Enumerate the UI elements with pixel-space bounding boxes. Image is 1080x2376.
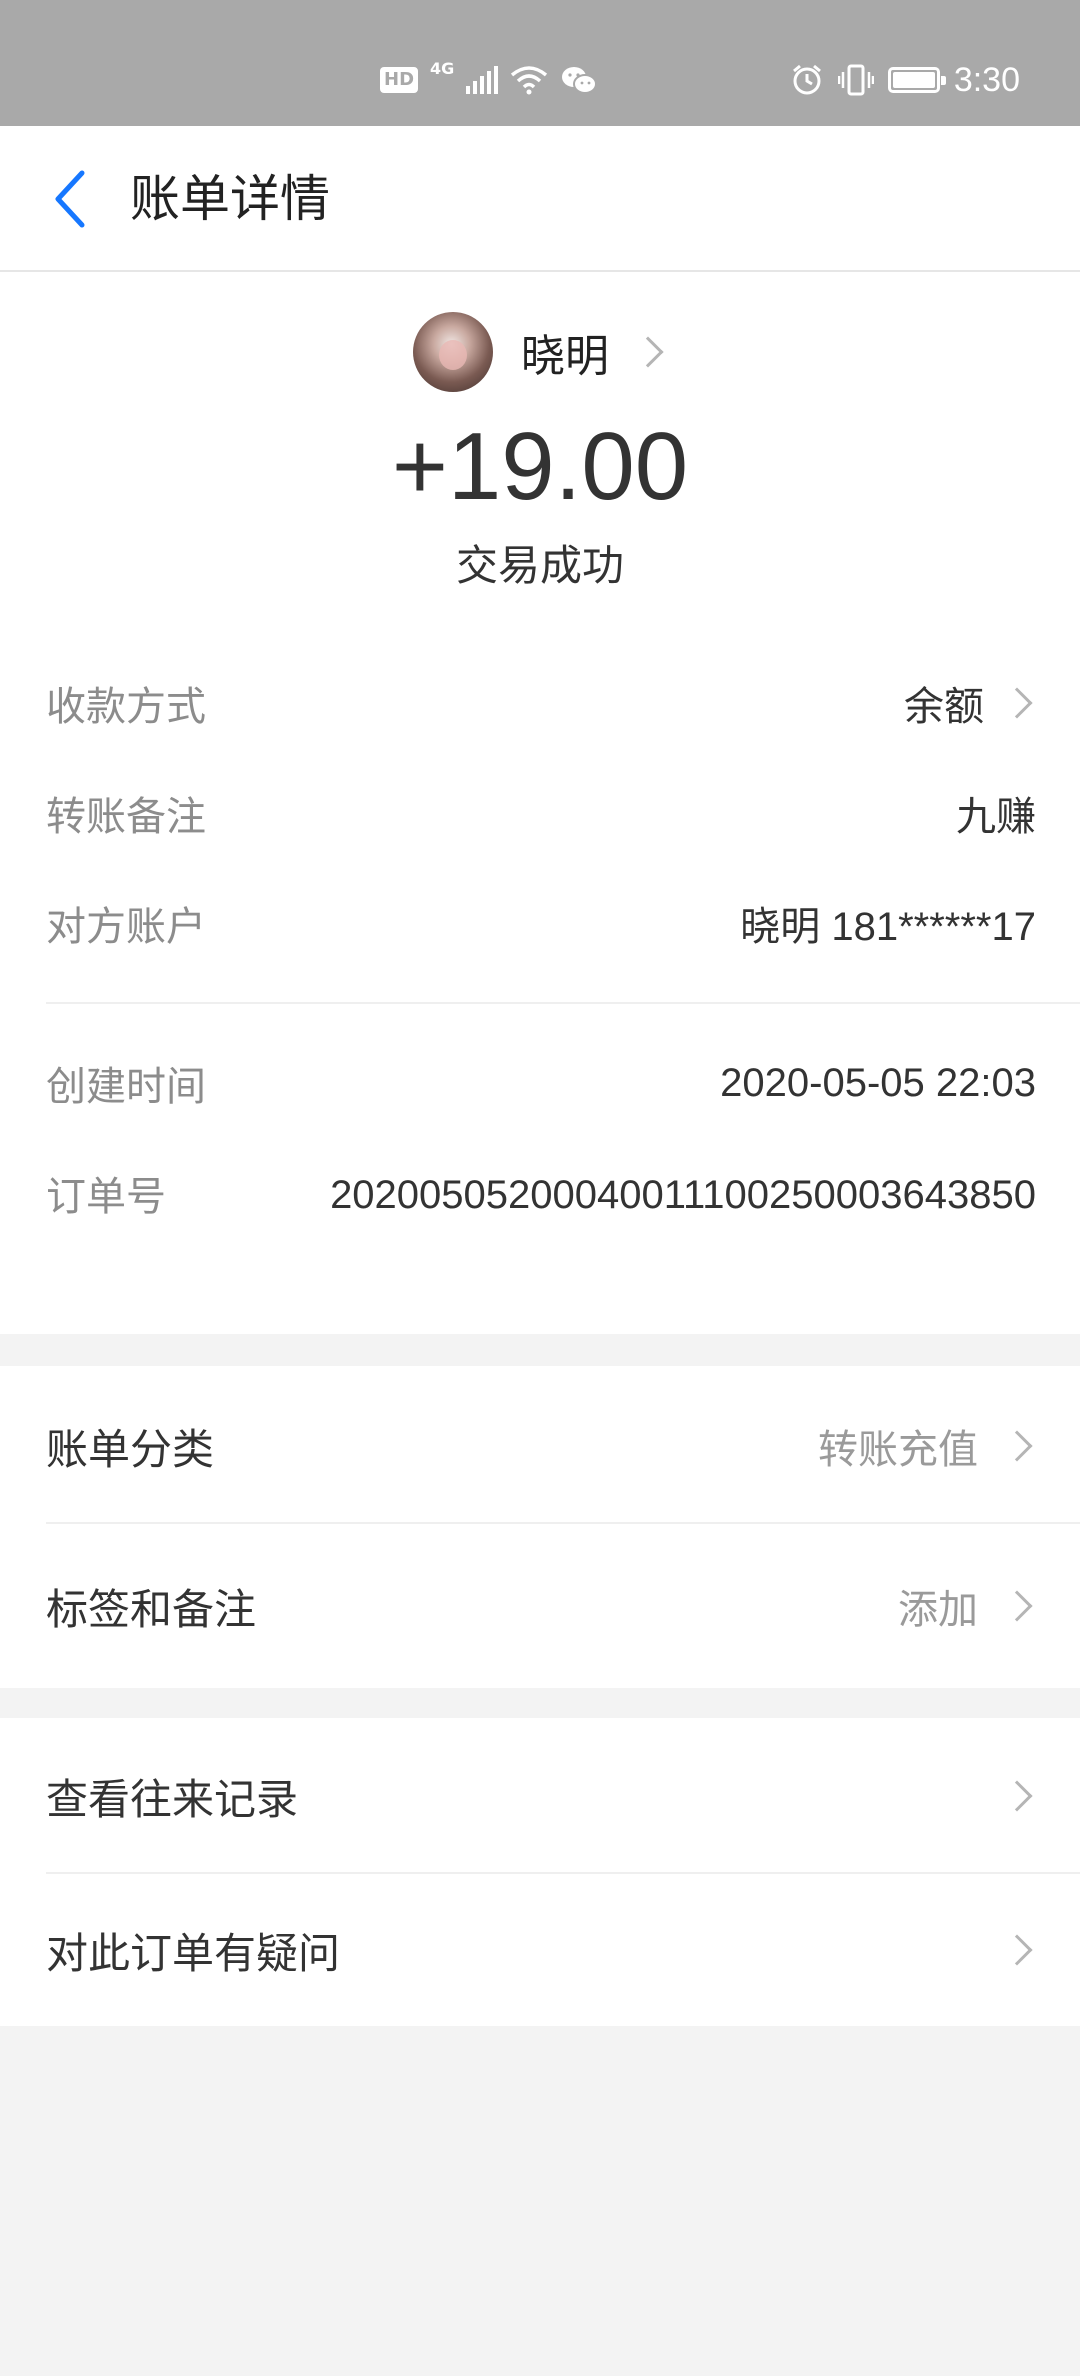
chevron-right-icon	[1001, 1430, 1033, 1462]
detail-label: 创建时间	[46, 1064, 206, 1110]
counterparty-value: 晓明 181******17	[740, 905, 1036, 949]
bill-options-card: 账单分类 转账充值 标签和备注 添加	[0, 1366, 1080, 1688]
hd-badge: HD	[380, 67, 419, 93]
detail-label: 收款方式	[46, 684, 206, 730]
back-arrow-icon	[55, 170, 85, 228]
tags-notes-value: 添加	[898, 1587, 978, 1633]
amount: +19.00	[391, 413, 689, 520]
detail-row-payment-method[interactable]: 收款方式 余额	[46, 668, 1036, 738]
divider	[46, 1522, 1080, 1524]
order-number-label: 订单号	[46, 1174, 166, 1220]
remark-value: 九赚	[956, 795, 1036, 839]
created-time-value: 2020-05-05 22:03	[720, 1060, 1036, 1105]
status-bar-left: HD 4G	[380, 58, 598, 102]
detail-label: 对方账户	[46, 904, 206, 950]
chevron-right-icon	[1001, 1590, 1033, 1622]
wifi-icon	[511, 66, 548, 95]
alarm-icon	[792, 64, 821, 95]
chevron-right-icon	[1001, 1780, 1033, 1812]
payer-link[interactable]: 晓明	[0, 310, 1080, 394]
detail-row-remark: 转账备注 九赚	[46, 778, 1036, 848]
back-button[interactable]	[40, 164, 100, 234]
battery-icon	[887, 67, 946, 93]
status-bar-right: 3:30	[790, 58, 1020, 102]
view-history-label: 查看往来记录	[46, 1774, 299, 1824]
bill-summary-card: 晓明 +19.00 交易成功 收款方式 余额 转账备注 九赚 对方账户 晓明 1…	[0, 272, 1080, 1334]
bill-category-row[interactable]: 账单分类 转账充值	[46, 1396, 1036, 1496]
order-number-value: 20200505200040011100250003643850	[330, 1173, 1036, 1217]
more-options-card: 查看往来记录 对此订单有疑问	[0, 1718, 1080, 2026]
divider	[46, 1002, 1080, 1004]
order-question-label: 对此订单有疑问	[46, 1928, 341, 1978]
order-question-chevron	[1001, 1934, 1036, 1966]
detail-label: 转账备注	[46, 794, 206, 840]
network-type: 4G	[430, 58, 455, 78]
bill-category-value: 转账充值	[818, 1427, 978, 1473]
vibrate-icon	[837, 64, 874, 96]
tags-notes-value-group: 添加	[898, 1577, 1036, 1635]
wechat-icon	[562, 67, 598, 94]
page-title: 账单详情	[130, 170, 330, 228]
bill-category-value-group: 转账充值	[818, 1417, 1036, 1475]
payment-method-value: 余额	[904, 685, 984, 729]
nav-bar: 账单详情	[0, 126, 1080, 272]
status-bar: HD 4G 3:30	[0, 0, 1080, 126]
transaction-status: 交易成功	[455, 541, 624, 590]
signal-icon	[466, 66, 499, 94]
clock-time: 3:30	[953, 60, 1020, 99]
avatar	[413, 312, 493, 392]
payer-name: 晓明	[521, 331, 609, 382]
tags-notes-row[interactable]: 标签和备注 添加	[46, 1556, 1036, 1656]
chevron-right-icon	[632, 336, 664, 368]
view-history-chevron	[1001, 1780, 1036, 1812]
view-history-row[interactable]: 查看往来记录	[46, 1746, 1036, 1846]
detail-row-counterparty: 对方账户 晓明 181******17	[46, 888, 1036, 958]
order-question-row[interactable]: 对此订单有疑问	[46, 1900, 1036, 2000]
divider	[46, 1872, 1080, 1874]
chevron-right-icon	[1001, 687, 1033, 719]
tags-notes-label: 标签和备注	[46, 1584, 257, 1634]
chevron-right-icon	[1001, 1934, 1033, 1966]
detail-row-created-time: 创建时间 2020-05-05 22:03	[46, 1048, 1036, 1118]
detail-value: 余额	[904, 674, 1036, 732]
bill-category-label: 账单分类	[46, 1424, 215, 1474]
